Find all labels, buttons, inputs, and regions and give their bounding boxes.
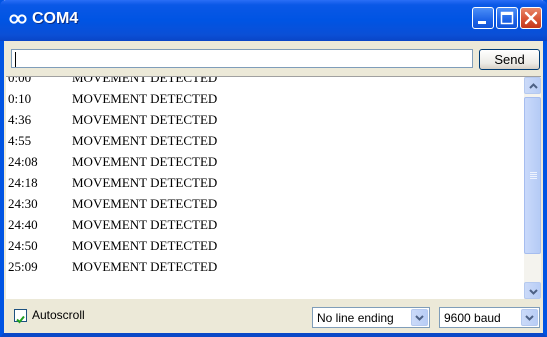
maximize-button[interactable] [496, 7, 518, 29]
minimize-icon [478, 21, 486, 24]
text-cursor [15, 52, 16, 67]
serial-monitor-window: COM4 Send 0:00 MOVEMENT DETECTED 0:10 MOVEM… [0, 0, 547, 337]
log-message: MOVEMENT DETECTED [72, 175, 218, 190]
log-message: MOVEMENT DETECTED [72, 76, 218, 85]
send-bar: Send [4, 41, 543, 75]
log-timestamp: 24:50 [8, 238, 38, 253]
log-line: 0:00 MOVEMENT DETECTED [6, 76, 522, 88]
log-timestamp: 4:36 [8, 112, 32, 127]
vertical-scrollbar[interactable] [524, 77, 541, 299]
log-message: MOVEMENT DETECTED [72, 112, 218, 127]
baud-rate-select[interactable]: 9600 baud [439, 307, 540, 328]
autoscroll-label[interactable]: Autoscroll [32, 308, 85, 322]
thumb-grip [530, 174, 537, 175]
log-line: 24:30 MOVEMENT DETECTED [6, 193, 522, 214]
checkmark-icon [16, 315, 25, 324]
log-timestamp: 0:10 [8, 91, 32, 106]
log-message: MOVEMENT DETECTED [72, 196, 218, 211]
line-ending-select[interactable]: No line ending [312, 307, 430, 328]
baud-dropdown-button[interactable] [521, 309, 538, 326]
log-line: 24:40 MOVEMENT DETECTED [6, 214, 522, 235]
thumb-grip [530, 178, 537, 179]
log-timestamp: 24:30 [8, 196, 38, 211]
close-icon [524, 11, 538, 25]
chevron-down-icon [415, 315, 424, 321]
close-button[interactable] [520, 7, 542, 29]
scroll-down-button[interactable] [524, 282, 541, 299]
autoscroll-checkbox[interactable] [14, 309, 27, 324]
line-ending-dropdown-button[interactable] [411, 309, 428, 326]
chevron-down-icon [529, 289, 538, 295]
serial-output: 0:00 MOVEMENT DETECTED 0:10 MOVEMENT DETECT… [6, 76, 541, 299]
log-message: MOVEMENT DETECTED [72, 133, 218, 148]
chevron-up-icon [529, 83, 538, 89]
log-timestamp: 0:00 [8, 76, 32, 85]
log-message: MOVEMENT DETECTED [72, 91, 218, 106]
log-line: 24:18 MOVEMENT DETECTED [6, 172, 522, 193]
log-message: MOVEMENT DETECTED [72, 238, 218, 253]
log-timestamp: 25:09 [8, 259, 38, 274]
scroll-up-button[interactable] [524, 77, 541, 94]
log-line: 4:36 MOVEMENT DETECTED [6, 109, 522, 130]
thumb-grip [530, 176, 537, 177]
line-ending-value: No line ending [317, 311, 394, 325]
thumb-grip [530, 172, 537, 173]
baud-rate-value: 9600 baud [444, 311, 501, 325]
log-line: 24:50 MOVEMENT DETECTED [6, 235, 522, 256]
infinity-icon [9, 14, 27, 24]
send-button[interactable]: Send [479, 49, 540, 70]
log-line: 25:09 MOVEMENT DETECTED [6, 256, 522, 277]
log-line: 24:08 MOVEMENT DETECTED [6, 151, 522, 172]
log-line: 4:55 MOVEMENT DETECTED [6, 130, 522, 151]
window-title: COM4 [32, 10, 79, 27]
log-timestamp: 4:55 [8, 133, 32, 148]
title-bar[interactable]: COM4 [0, 0, 547, 41]
log-message: MOVEMENT DETECTED [72, 217, 218, 232]
minimize-button[interactable] [472, 7, 494, 29]
status-bar: Autoscroll No line ending 9600 baud [4, 299, 543, 333]
log-timestamp: 24:40 [8, 217, 38, 232]
chevron-down-icon [525, 315, 534, 321]
log-timestamp: 24:08 [8, 154, 38, 169]
log-message: MOVEMENT DETECTED [72, 154, 218, 169]
serial-input[interactable] [11, 49, 473, 68]
maximize-icon [500, 11, 514, 25]
log-lines: 0:00 MOVEMENT DETECTED 0:10 MOVEMENT DETECT… [6, 76, 522, 277]
scroll-thumb[interactable] [524, 97, 541, 254]
log-message: MOVEMENT DETECTED [72, 259, 218, 274]
log-timestamp: 24:18 [8, 175, 38, 190]
log-line: 0:10 MOVEMENT DETECTED [6, 88, 522, 109]
